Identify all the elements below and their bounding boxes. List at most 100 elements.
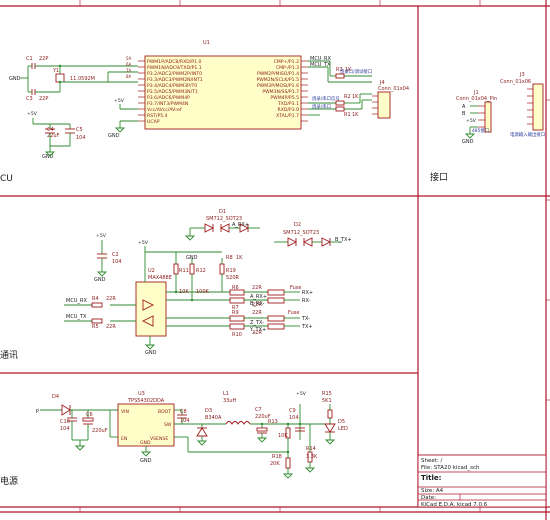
j1-pin-5v: +5V (466, 118, 477, 124)
gnd-label-crystal: GND (9, 76, 21, 82)
d5-ref: D5 (338, 419, 345, 425)
c5-ref: C5 (76, 127, 83, 133)
d4-ref: D4 (52, 394, 59, 400)
r2-ref: R2 (344, 94, 351, 100)
j1-pin-b: B (462, 111, 466, 117)
d3-ref: D3 (205, 408, 212, 414)
r12-ref: R12 (196, 268, 206, 274)
u1-pin-label: P3.7/INT3/PWM4N (147, 101, 188, 107)
u3-pin-boot: BOOT (158, 409, 171, 415)
u1-pin-label: PWM1N/ADC9/TXD/P1.1 (147, 65, 202, 71)
net-b-tx: B_TX+ (335, 237, 352, 243)
r9-ref: R9 (232, 310, 239, 316)
u1-pin-label: P3.3/ADC3/PWM2N/INT1 (147, 77, 203, 83)
j4-note-1: 烧录口/调试接口 (340, 68, 372, 75)
v5-label-c2: +5V (96, 233, 107, 239)
fuse-label-2: Fuse (288, 310, 299, 316)
net-mcu-rx-comm: MCU_RX (66, 298, 87, 304)
c4-value: 22uF (47, 133, 60, 139)
r11-ref: R11 (179, 268, 189, 274)
c10-value: 104 (60, 426, 70, 432)
r1-value: 1K (352, 112, 359, 118)
c2-ref: C2 (112, 252, 119, 258)
u1-pin-label: CMP+/P1.2 (274, 59, 299, 65)
r13-value: 10K (278, 433, 288, 439)
r4-ref: R4 (92, 296, 99, 302)
v5-label-power: +5V (296, 391, 307, 397)
r8-value: 1K (236, 255, 243, 261)
r15-value: 5K1 (322, 398, 332, 404)
r19-ref: R19 (226, 268, 236, 274)
u1-pin-label: UCAP (147, 119, 160, 125)
r5-value: 22R (106, 324, 116, 330)
c10-ref: C10 (60, 419, 70, 425)
u1-pin-label: P3.6/ADC6/PWM4P (147, 95, 190, 101)
r8-ref: R8 (226, 255, 233, 261)
gnd-label-bias: GND (186, 255, 198, 261)
u3-pin-vsense: VSENSE (150, 436, 168, 442)
y1-ref: Y1 (52, 68, 59, 74)
title-block: Sheet: / File: STA20 kicad_sch Title: Si… (417, 454, 547, 508)
r19-value: 520R (226, 275, 240, 281)
net-out-tx-plus: TX+ (301, 324, 313, 330)
r14-value: 3.3K (306, 454, 318, 460)
net-a-rx: A_RX+ (232, 222, 249, 228)
j1-value: Conn_01x04_Pin (456, 96, 497, 102)
net-mid-3: Z_TX- (250, 320, 264, 326)
title-block-date: Date: (421, 495, 436, 501)
r14-ref: R14 (306, 446, 316, 452)
u1-pin-num: 6A (126, 62, 132, 67)
u1-pin-label: PWM3P/MOSI/P1.6 (257, 83, 299, 89)
c3-ref: C3 (26, 96, 33, 102)
d2-ref: D2 (294, 222, 301, 228)
u1-pin-label: P3.2/ADC2/PWM2P/INT0 (147, 71, 202, 77)
c8-value: 104 (180, 418, 190, 424)
title-block-kicad: KiCad E.D.A. kicad 7.0.6 (421, 502, 488, 508)
v5-label-u1: +5V (114, 98, 125, 104)
c6-ref: C6 (86, 412, 93, 418)
d5-value: LED (338, 426, 348, 432)
u1-pin-label: PWM4P/P5.5 (270, 95, 299, 101)
gnd-label-u2: GND (145, 350, 157, 356)
schematic-sheet: CU C1 22P C3 22P Y1 11.0592M GND +5V C4 … (0, 0, 550, 520)
u3-ref: U3 (138, 391, 145, 397)
j4-value: Conn_01x04 (378, 86, 409, 92)
u1-pin-label: RXD/P3.0 (278, 107, 300, 113)
port-section-label: 接口 (430, 171, 448, 183)
u1-pin-num: 5A (126, 56, 132, 61)
title-block-file: File: STA20 kicad_sch (421, 465, 480, 471)
u2-value: MAX488E (148, 275, 172, 281)
net-out-rx-plus: RX+ (302, 290, 313, 296)
u3-pin-sw: SW (164, 422, 172, 428)
title-block-sheet: Sheet: / (421, 458, 443, 464)
net-mid-2: B_RX- (250, 301, 265, 307)
c1-ref: C1 (26, 56, 33, 62)
l1-value: 33uH (223, 398, 237, 404)
net-mcu-tx-comm: MCU_TX (66, 314, 87, 320)
u1-pin-num: 8A (126, 74, 132, 79)
r2-value: 1K (352, 94, 359, 100)
net-out-tx-minus: TX- (301, 316, 310, 322)
c7-ref: C7 (255, 407, 262, 413)
c2-value: 104 (112, 259, 122, 265)
y1-value: 11.0592M (70, 76, 95, 82)
u1-pin-label: PWM1P/ADC8/RXD/P1.0 (147, 59, 201, 65)
c1-value: 22P (39, 56, 48, 62)
u1-pin-label: TXD/P3.1 (277, 101, 299, 107)
r18-value: 20K (270, 461, 280, 467)
net-mid-1: A_RX+ (250, 294, 267, 300)
r15-ref: R15 (322, 391, 332, 397)
r11-value: 10K (179, 289, 189, 295)
j4-note-3: 烧录/串口 (312, 103, 331, 110)
j3-ref: J3 (519, 72, 525, 78)
u1-pin-num: 7A (126, 68, 132, 73)
u3-pin-en: EN (121, 436, 127, 442)
u1-pin-label: RST/P5.4 (147, 113, 168, 119)
r4-value: 22R (106, 296, 116, 302)
u1-pin-label: CMP-/P1.3 (276, 65, 299, 71)
r6-ref: R6 (232, 285, 239, 291)
mcu-section-label: CU (0, 174, 13, 184)
j1-note: 485接口 (472, 127, 489, 134)
net-out-rx-minus: RX- (302, 298, 311, 304)
d1-ref: D1 (219, 209, 226, 215)
